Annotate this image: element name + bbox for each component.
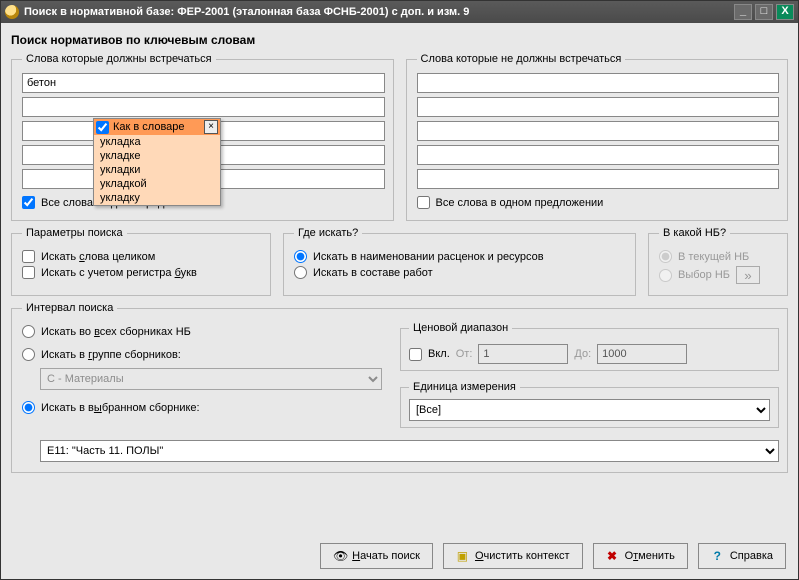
binoculars-icon: 👁: [333, 550, 346, 563]
app-icon: [5, 5, 19, 19]
whole-words-checkbox[interactable]: Искать слова целиком: [22, 250, 262, 263]
window-controls: _ □ X: [734, 4, 794, 20]
exclude-all-words-checkbox[interactable]: Все слова в одном предложении: [417, 196, 780, 209]
maximize-button[interactable]: □: [755, 4, 773, 20]
interval-legend: Интервал поиска: [22, 302, 117, 314]
window-title: Поиск в нормативной базе: ФЕР-2001 (этал…: [24, 6, 469, 18]
clear-button[interactable]: ▣ Очистить контекст: [443, 543, 583, 569]
interval-selected-radio[interactable]: Искать в выбранном сборнике:: [22, 401, 382, 414]
minimize-button[interactable]: _: [734, 4, 752, 20]
exclude-field-4[interactable]: [417, 145, 780, 165]
nb-choose-button: »: [736, 266, 760, 284]
cancel-button[interactable]: ✖ Отменить: [593, 543, 688, 569]
autocomplete-item[interactable]: укладке: [94, 149, 220, 163]
nb-current-radio: В текущей НБ: [659, 250, 779, 263]
group-combo: С - Материалы: [40, 368, 382, 390]
content: Поиск нормативов по ключевым словам Слов…: [1, 23, 798, 535]
exclude-words-group: Слова которые не должны встречаться Все …: [406, 53, 789, 221]
unit-group: Единица измерения [Все]: [400, 381, 779, 428]
interval-group-radio[interactable]: Искать в группе сборников:: [22, 348, 382, 361]
selected-collection-combo[interactable]: E11: "Часть 11. ПОЛЫ": [40, 440, 779, 462]
buttons-bar: 👁 Начать поиск ▣ Очистить контекст ✖ Отм…: [1, 535, 798, 579]
close-button[interactable]: X: [776, 4, 794, 20]
case-checkbox[interactable]: Искать с учетом регистра букв: [22, 266, 262, 279]
interval-all-radio[interactable]: Искать во всех сборниках НБ: [22, 325, 382, 338]
price-legend: Ценовой диапазон: [409, 322, 512, 334]
nb-group: В какой НБ? В текущей НБ Выбор НБ »: [648, 227, 788, 296]
titlebar: Поиск в нормативной базе: ФЕР-2001 (этал…: [1, 1, 798, 23]
search-params-legend: Параметры поиска: [22, 227, 127, 239]
autocomplete-item[interactable]: укладку: [94, 191, 220, 205]
include-words-legend: Слова которые должны встречаться: [22, 53, 216, 65]
autocomplete-item[interactable]: укладка: [94, 135, 220, 149]
autocomplete-popup: Как в словаре × укладка укладке укладки …: [93, 118, 221, 206]
unit-combo[interactable]: [Все]: [409, 399, 770, 421]
nb-choose-row: Выбор НБ »: [659, 266, 779, 284]
nb-legend: В какой НБ?: [659, 227, 730, 239]
where-group: Где искать? Искать в наименовании расцен…: [283, 227, 636, 296]
exclude-words-legend: Слова которые не должны встречаться: [417, 53, 626, 65]
include-field-1[interactable]: [22, 73, 385, 93]
autocomplete-header: Как в словаре ×: [94, 119, 220, 135]
unit-legend: Единица измерения: [409, 381, 520, 393]
where-works-radio[interactable]: Искать в составе работ: [294, 266, 627, 279]
include-field-2[interactable]: [22, 97, 385, 117]
exclude-field-3[interactable]: [417, 121, 780, 141]
cancel-icon: ✖: [606, 550, 619, 563]
exclude-field-2[interactable]: [417, 97, 780, 117]
window: Поиск в нормативной базе: ФЕР-2001 (этал…: [0, 0, 799, 580]
help-button[interactable]: ? Справка: [698, 543, 786, 569]
interval-group: Интервал поиска Искать во всех сборниках…: [11, 302, 788, 473]
where-legend: Где искать?: [294, 227, 362, 239]
page-title: Поиск нормативов по ключевым словам: [11, 33, 788, 47]
autocomplete-item[interactable]: укладкой: [94, 177, 220, 191]
price-to: [597, 344, 687, 364]
autocomplete-close-icon[interactable]: ×: [204, 120, 218, 134]
help-icon: ?: [711, 550, 724, 563]
autocomplete-dict-checkbox[interactable]: [96, 121, 109, 134]
price-enable-checkbox[interactable]: [409, 348, 422, 361]
clear-icon: ▣: [456, 550, 469, 563]
exclude-field-5[interactable]: [417, 169, 780, 189]
exclude-field-1[interactable]: [417, 73, 780, 93]
search-button[interactable]: 👁 Начать поиск: [320, 543, 433, 569]
price-from: [478, 344, 568, 364]
search-params-group: Параметры поиска Искать слова целиком Ис…: [11, 227, 271, 296]
autocomplete-item[interactable]: укладки: [94, 163, 220, 177]
where-names-radio[interactable]: Искать в наименовании расценок и ресурсо…: [294, 250, 627, 263]
price-group: Ценовой диапазон Вкл. От: До:: [400, 322, 779, 371]
